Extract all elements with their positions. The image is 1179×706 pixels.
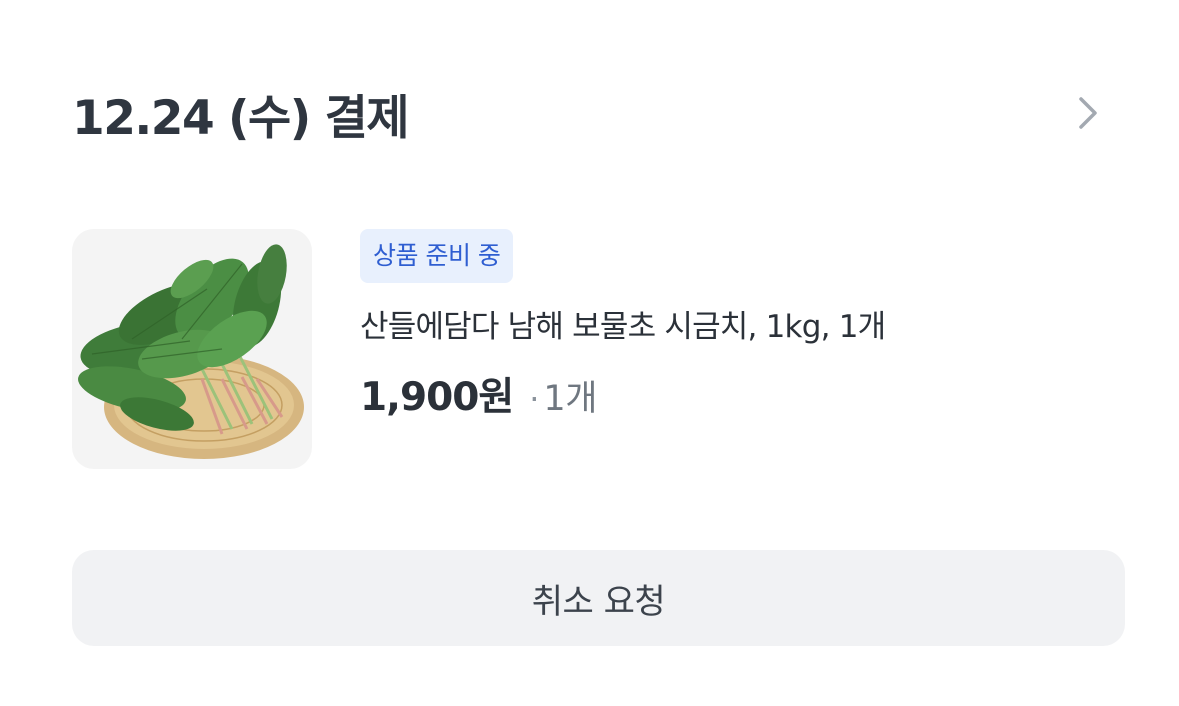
chevron-right-icon[interactable] xyxy=(1074,93,1102,133)
cancel-request-button[interactable]: 취소 요청 xyxy=(72,550,1125,646)
item-quantity: 1개 xyxy=(543,379,597,419)
product-image[interactable] xyxy=(72,229,312,469)
status-badge: 상품 준비 중 xyxy=(360,229,514,283)
separator-dot: · xyxy=(529,380,540,418)
price-line: 1,900원 · 1개 xyxy=(360,366,1100,422)
payment-date-title: 12.24 (수) 결제 xyxy=(72,90,410,146)
item-info: 상품 준비 중 산들에담다 남해 보물초 시금치, 1kg, 1개 1,900원… xyxy=(360,229,1100,422)
item-price: 1,900원 xyxy=(360,375,514,420)
cancel-request-label: 취소 요청 xyxy=(531,581,666,622)
order-card: 12.24 (수) 결제 상품 준비 중 산들에담다 남해 보물초 시금치, 1… xyxy=(0,0,1179,706)
order-item: 상품 준비 중 산들에담다 남해 보물초 시금치, 1kg, 1개 1,900원… xyxy=(72,229,1108,469)
order-header[interactable]: 12.24 (수) 결제 xyxy=(72,80,1108,146)
product-name[interactable]: 산들에담다 남해 보물초 시금치, 1kg, 1개 xyxy=(360,301,1100,346)
